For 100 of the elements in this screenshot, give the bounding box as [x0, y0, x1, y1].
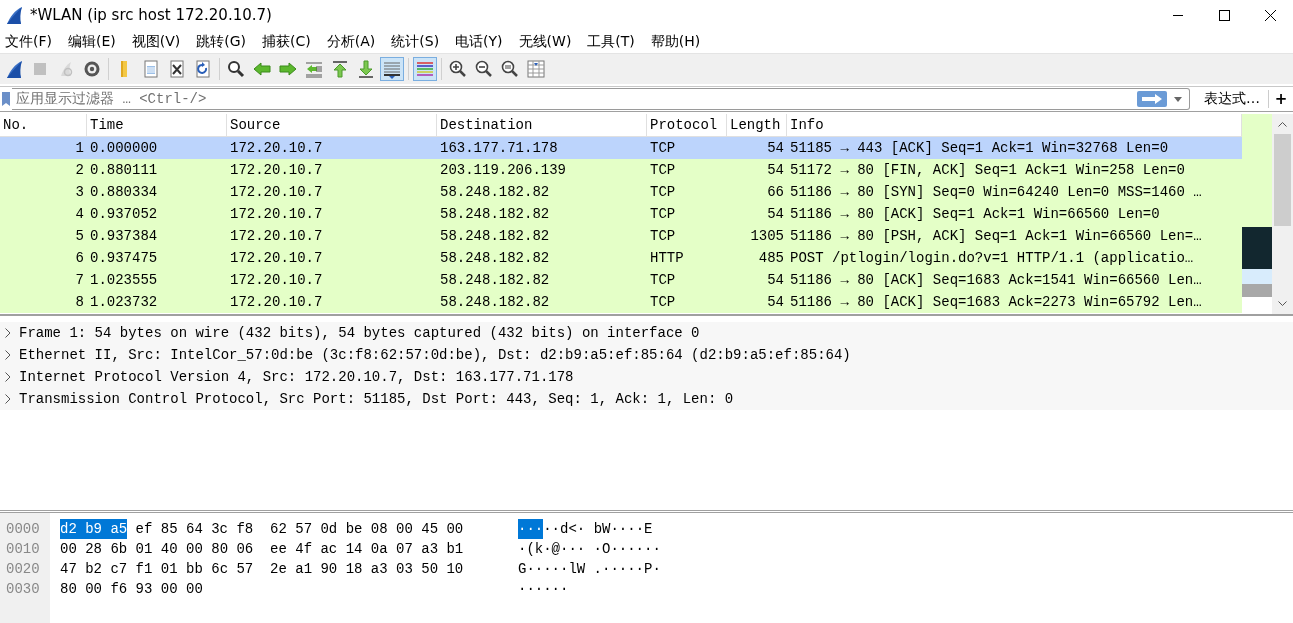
table-cell-text: 51186 → 80 [ACK] Seq=1 Ack=1 Win=66560 Len=0	[789, 205, 1161, 224]
table-cell-text: 51185 → 443 [ACK] Seq=1 Ack=1 Win=32768 Len=0	[789, 139, 1170, 158]
dropdown-caret-icon[interactable]	[1174, 96, 1182, 102]
menu-item[interactable]: 分析(A)	[321, 32, 381, 51]
window-title: *WLAN (ip src host 172.20.10.7)	[30, 6, 273, 24]
table-cell-text: TCP	[649, 271, 677, 290]
maximize-icon[interactable]	[1218, 9, 1230, 21]
table-cell-text: TCP	[649, 227, 677, 246]
menu-item[interactable]: 跳转(G)	[191, 32, 252, 51]
packet-row[interactable]: 1 0.000000 172.20.10.7 163.177.71.178 TCP 54 51185 → 443 [ACK] Seq=1 Ack=1 Win=32768 Len=0	[0, 137, 1242, 159]
expand-chevron-icon[interactable]	[5, 394, 11, 404]
filter-input[interactable]: 应用显示过滤器 … <Ctrl-/>	[12, 90, 1137, 108]
menu-item[interactable]: 电话(Y)	[450, 32, 508, 51]
table-cell-text: 58.248.182.82	[439, 249, 551, 268]
expand-chevron-icon[interactable]	[5, 372, 11, 382]
offset-label: 0000	[5, 520, 41, 539]
table-cell-text: 51186 → 80 [ACK] Seq=1683 Ack=2273 Win=65792 Len…	[789, 293, 1203, 312]
filter-field[interactable]: 应用显示过滤器 … <Ctrl-/>	[12, 88, 1190, 110]
table-cell-text: 51186 → 80 [SYN] Seq=0 Win=64240 Len=0 MSS=1460 …	[789, 183, 1203, 202]
column-header[interactable]: Destination	[437, 114, 647, 136]
hex-bytes[interactable]: 80 00 f6 93 00 00	[60, 579, 203, 599]
expand-chevron-icon[interactable]	[5, 328, 11, 338]
table-cell-text: 51186 → 80 [ACK] Seq=1683 Ack=1541 Win=66560 Len…	[789, 271, 1203, 290]
menu-item[interactable]: 无线(W)	[513, 32, 577, 51]
menu-item[interactable]: 视图(V)	[126, 32, 186, 51]
add-filter-button[interactable]: +	[1269, 88, 1293, 110]
close-icon[interactable]	[1264, 9, 1276, 21]
table-cell-text: 54	[766, 293, 785, 312]
table-cell-text: 1	[74, 139, 85, 158]
table-cell-text: 54	[766, 205, 785, 224]
table-cell-text: TCP	[649, 205, 677, 224]
hex-bytes[interactable]: ef 85 64 3c f8 62 57 0d be 08 00 45 00	[135, 519, 464, 539]
table-cell-text: 54	[766, 161, 785, 180]
table-cell-text: HTTP	[649, 249, 685, 268]
table-cell-text: POST /ptlogin/login.do?v=1 HTTP/1.1 (applicatio…	[789, 249, 1195, 268]
column-header[interactable]: Protocol	[647, 114, 727, 136]
apply-button[interactable]	[1137, 91, 1167, 107]
table-cell-text: 1305	[749, 227, 785, 246]
column-header[interactable]: Time	[87, 114, 227, 136]
table-cell-text: 485	[757, 249, 785, 268]
expand-chevron-icon[interactable]	[5, 350, 11, 360]
packet-row[interactable]: 5 0.937384 172.20.10.7 58.248.182.82 TCP 1305 51186 → 80 [PSH, ACK] Seq=1 Ack=1 Win=66560 Len=…	[0, 225, 1242, 247]
table-cell-text: 58.248.182.82	[439, 227, 551, 246]
autoscroll-icon[interactable]	[380, 57, 404, 81]
scroll-down-icon[interactable]	[1278, 301, 1287, 307]
offset-label: 0030	[5, 580, 41, 599]
table-cell-text: TCP	[649, 293, 677, 312]
column-header[interactable]: Source	[227, 114, 437, 136]
offset-label: 0020	[5, 560, 41, 579]
table-cell-text: 1.023732	[89, 293, 159, 312]
ascii-text[interactable]: ·(k·@··· ·O······	[518, 539, 661, 559]
table-cell-text: 7	[74, 271, 85, 290]
column-header[interactable]: Length	[727, 114, 787, 136]
table-cell-text: 0.937052	[89, 205, 159, 224]
ascii-text[interactable]: ···	[518, 519, 544, 539]
column-header[interactable]: No.	[0, 114, 87, 136]
table-cell-text: TCP	[649, 183, 677, 202]
table-cell-text: 172.20.10.7	[229, 227, 324, 246]
bookmark-icon[interactable]	[2, 92, 10, 106]
menu-item[interactable]: 帮助(H)	[645, 32, 706, 51]
table-cell-text: 51186 → 80 [PSH, ACK] Seq=1 Ack=1 Win=66560 Len=…	[789, 227, 1203, 246]
menu-item[interactable]: 文件(F)	[0, 32, 57, 51]
table-cell-text: TCP	[649, 139, 677, 158]
table-cell-text: 172.20.10.7	[229, 161, 324, 180]
table-cell-text: 54	[766, 271, 785, 290]
packet-row[interactable]: 3 0.880334 172.20.10.7 58.248.182.82 TCP 66 51186 → 80 [SYN] Seq=0 Win=64240 Len=0 MSS=1460 …	[0, 181, 1242, 203]
menu-item[interactable]: 捕获(C)	[257, 32, 316, 51]
menu-item[interactable]: 工具(T)	[582, 32, 640, 51]
table-cell-text: 1.023555	[89, 271, 159, 290]
packet-row[interactable]: 6 0.937475 172.20.10.7 58.248.182.82 HTTP 485 POST /ptlogin/login.do?v=1 HTTP/1.1 (applicatio…	[0, 247, 1242, 269]
hex-bytes[interactable]: d2 b9 a5	[60, 519, 128, 539]
ascii-text[interactable]: G·····lW .·····P·	[518, 559, 661, 579]
table-cell-text: 0.937384	[89, 227, 159, 246]
ascii-text[interactable]: ··d<· bW····E	[543, 519, 653, 539]
table-cell-text: 172.20.10.7	[229, 183, 324, 202]
scroll-up-icon[interactable]	[1278, 121, 1287, 127]
shark-fin-icon	[4, 5, 24, 25]
table-cell-text: 203.119.206.139	[439, 161, 568, 180]
packet-row[interactable]: 2 0.880111 172.20.10.7 203.119.206.139 TCP 54 51172 → 80 [FIN, ACK] Seq=1 Ack=1 Win=258 Len=0	[0, 159, 1242, 181]
table-cell-text: 58.248.182.82	[439, 293, 551, 312]
hex-bytes[interactable]: 47 b2 c7 f1 01 bb 6c 57 2e a1 90 18 a3 03 50 10	[60, 559, 464, 579]
table-cell-text: 4	[74, 205, 85, 224]
table-cell-text: 172.20.10.7	[229, 205, 324, 224]
table-cell-text: 58.248.182.82	[439, 271, 551, 290]
packet-row[interactable]: 4 0.937052 172.20.10.7 58.248.182.82 TCP 54 51186 → 80 [ACK] Seq=1 Ack=1 Win=66560 Len=0	[0, 203, 1242, 225]
table-cell-text: 0.880334	[89, 183, 159, 202]
packet-row[interactable]: 7 1.023555 172.20.10.7 58.248.182.82 TCP 54 51186 → 80 [ACK] Seq=1683 Ack=1541 Win=66560 Len…	[0, 269, 1242, 291]
expression-button[interactable]: 表达式…	[1196, 88, 1268, 110]
hex-bytes[interactable]: 00 28 6b 01 40 00 80 06 ee 4f ac 14 0a 07 a3 b1	[60, 539, 464, 559]
menu-item[interactable]: 统计(S)	[386, 32, 445, 51]
colored-lines-icon[interactable]	[413, 57, 437, 81]
packet-row[interactable]: 8 1.023732 172.20.10.7 58.248.182.82 TCP 54 51186 → 80 [ACK] Seq=1683 Ack=2273 Win=65792 Len…	[0, 291, 1242, 313]
ascii-text[interactable]: ······	[518, 579, 569, 599]
menu-item[interactable]: 编辑(E)	[63, 32, 121, 51]
table-cell-text: 8	[74, 293, 85, 312]
table-cell-text: 172.20.10.7	[229, 293, 324, 312]
table-cell-text: 0.880111	[89, 161, 159, 180]
scrollbar[interactable]	[1272, 114, 1293, 314]
table-cell-text: 172.20.10.7	[229, 271, 324, 290]
table-cell-text: 0.000000	[89, 139, 159, 158]
